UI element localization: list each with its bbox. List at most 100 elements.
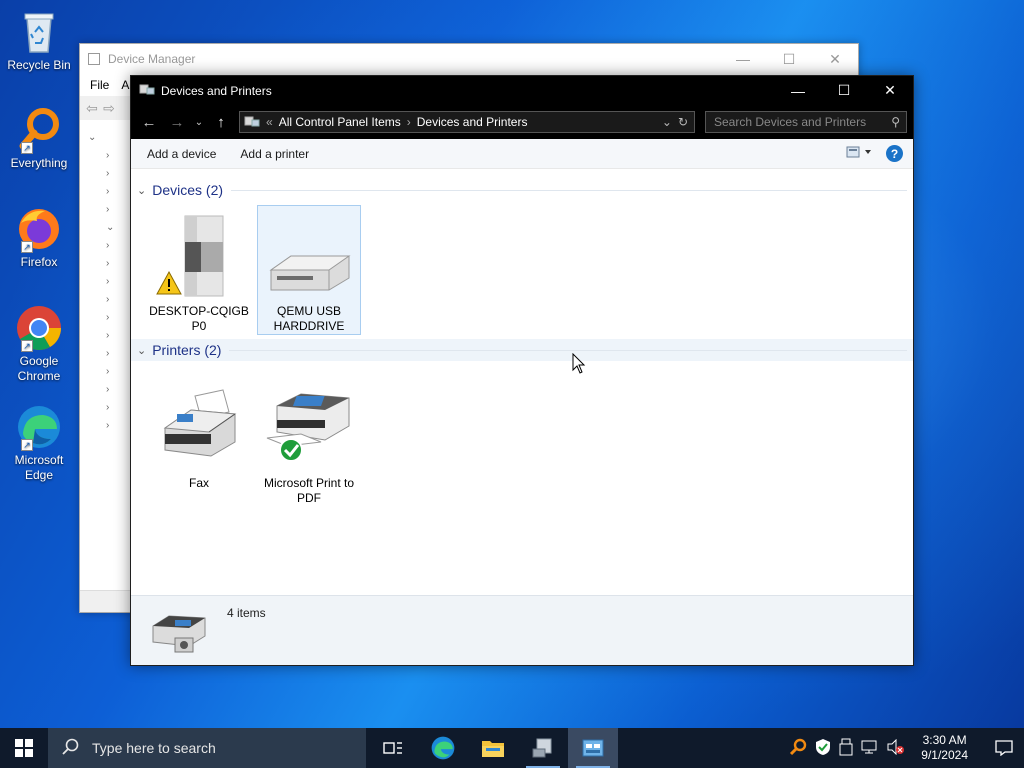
back-arrow-icon[interactable]: ⇦ (86, 100, 98, 117)
tree-expander[interactable]: › (80, 290, 132, 308)
search-input[interactable]: Search Devices and Printers ⚲ (705, 111, 907, 133)
group-header-devices[interactable]: ⌄ Devices (2) (131, 179, 913, 201)
menu-action[interactable]: A (121, 78, 129, 92)
search-icon[interactable]: ⚲ (891, 115, 906, 129)
address-dropdown-icon[interactable]: ⌄ (662, 115, 672, 129)
menu-file[interactable]: File (90, 78, 109, 92)
desktop-icon-label: Microsoft Edge (14, 453, 64, 482)
breadcrumb-overflow[interactable]: « (266, 115, 273, 129)
task-view-button[interactable] (368, 728, 418, 768)
maximize-button[interactable]: ☐ (821, 76, 867, 105)
breadcrumb-item[interactable]: Devices and Printers (417, 115, 528, 129)
printer-item[interactable]: Microsoft Print to PDF (257, 377, 361, 507)
tree-expander[interactable]: › (80, 308, 132, 326)
shortcut-arrow-icon: ↗ (21, 439, 33, 451)
clock[interactable]: 3:30 AM 9/1/2024 (913, 733, 976, 763)
close-button[interactable]: ✕ (812, 51, 858, 68)
close-button[interactable]: ✕ (867, 76, 913, 105)
tree-expander[interactable]: › (80, 344, 132, 362)
forward-arrow-icon[interactable]: ⇨ (103, 100, 115, 117)
tree-expander[interactable]: › (80, 146, 132, 164)
taskbar-edge[interactable] (418, 728, 468, 768)
desktop-icon-everything[interactable]: ↗ Everything (4, 106, 74, 171)
tree-expander[interactable]: › (80, 380, 132, 398)
item-count: 4 items (227, 606, 266, 620)
everything-search-icon: ↗ (15, 106, 63, 154)
start-button[interactable] (0, 728, 48, 768)
tree-expander[interactable]: ⌄ (80, 218, 132, 236)
search-placeholder: Search Devices and Printers (714, 115, 867, 129)
window-titlebar[interactable]: Devices and Printers — ☐ ✕ (131, 76, 913, 105)
minimize-button[interactable]: — (775, 76, 821, 105)
device-label: DESKTOP-CQIGB P0 (149, 304, 249, 333)
desktop-icon-chrome[interactable]: ↗ Google Chrome (4, 304, 74, 384)
taskbar-apps (368, 728, 618, 768)
device-item[interactable]: QEMU USB HARDDRIVE (257, 205, 361, 335)
chevron-down-icon[interactable]: ⌄ (137, 344, 146, 357)
devices-and-printers-window[interactable]: Devices and Printers — ☐ ✕ ← → ⌄ ↑ « All… (130, 75, 914, 666)
tree-expander[interactable]: › (80, 362, 132, 380)
chrome-icon: ↗ (15, 304, 63, 352)
device-manager-titlebar[interactable]: Device Manager — ☐ ✕ (80, 44, 858, 74)
tree-expander[interactable]: › (80, 200, 132, 218)
desktop-icon-recycle-bin[interactable]: Recycle Bin (4, 8, 74, 73)
add-device-button[interactable]: Add a device (147, 147, 216, 161)
tree-expander[interactable]: ⌄ (80, 128, 132, 146)
desktop-icon-firefox[interactable]: ↗ Firefox (4, 205, 74, 270)
device-item[interactable]: DESKTOP-CQIGB P0 (147, 205, 251, 335)
control-panel-icon (244, 114, 260, 131)
tree-expander[interactable]: › (80, 416, 132, 434)
tree-expander[interactable]: › (80, 398, 132, 416)
tree-expander[interactable]: › (80, 182, 132, 200)
chevron-down-icon[interactable]: ⌄ (137, 184, 146, 197)
address-toolbar: ← → ⌄ ↑ « All Control Panel Items › Devi… (131, 105, 913, 139)
refresh-icon[interactable]: ↻ (678, 115, 688, 129)
up-button[interactable]: ↑ (209, 110, 233, 134)
shortcut-arrow-icon: ↗ (21, 340, 33, 352)
add-printer-button[interactable]: Add a printer (240, 147, 309, 161)
printer-label: Microsoft Print to PDF (263, 476, 355, 505)
notification-center-button[interactable] (984, 740, 1024, 756)
group-header-printers[interactable]: ⌄ Printers (2) (131, 339, 913, 361)
back-button[interactable]: ← (137, 110, 161, 134)
breadcrumb-separator-icon[interactable]: › (407, 115, 411, 129)
task-view-icon (383, 742, 402, 754)
folder-icon (482, 741, 504, 757)
tree-expander[interactable]: › (80, 236, 132, 254)
security-shield-icon[interactable] (815, 738, 831, 759)
breadcrumb-item[interactable]: All Control Panel Items (279, 115, 401, 129)
taskbar-device-manager[interactable] (518, 728, 568, 768)
desktop-icon-edge[interactable]: ↗ Microsoft Edge (4, 403, 74, 483)
taskbar-devices-and-printers[interactable] (568, 728, 618, 768)
devices-list: DESKTOP-CQIGB P0 QEMU USB HARDDRIVE (131, 201, 913, 335)
address-bar[interactable]: « All Control Panel Items › Devices and … (239, 111, 695, 133)
group-divider (229, 349, 907, 351)
device-manager-title: Device Manager (108, 52, 196, 66)
device-label: QEMU USB HARDDRIVE (273, 304, 345, 333)
details-pane: 4 items (131, 595, 913, 665)
device-manager-tree: ⌄ › › › › ⌄ › › › › › › › › › › › (80, 128, 132, 588)
printer-item[interactable]: Fax (147, 377, 251, 507)
volume-muted-icon[interactable] (887, 738, 905, 758)
network-icon[interactable] (861, 739, 879, 758)
shortcut-arrow-icon: ↗ (21, 142, 33, 154)
minimize-button[interactable]: — (720, 51, 766, 68)
tree-expander[interactable]: › (80, 326, 132, 344)
tree-expander[interactable]: › (80, 272, 132, 290)
taskbar-file-explorer[interactable] (468, 728, 518, 768)
tree-expander[interactable]: › (80, 254, 132, 272)
search-icon (62, 738, 80, 759)
everything-tray-icon[interactable] (789, 738, 807, 759)
taskbar-search-input[interactable]: Type here to search (48, 728, 366, 768)
change-view-icon[interactable] (846, 146, 872, 161)
recent-locations-dropdown[interactable]: ⌄ (193, 110, 205, 134)
taskbar-search-placeholder: Type here to search (92, 740, 216, 756)
mouse-cursor-icon (572, 352, 586, 378)
help-button[interactable]: ? (886, 145, 903, 162)
usb-device-icon[interactable] (839, 738, 853, 759)
printer-label: Fax (188, 476, 209, 490)
forward-button[interactable]: → (165, 110, 189, 134)
tree-expander[interactable]: › (80, 164, 132, 182)
taskbar: Type here to search 3:30 AM 9/1/2024 (0, 728, 1024, 768)
maximize-button[interactable]: ☐ (766, 51, 812, 68)
